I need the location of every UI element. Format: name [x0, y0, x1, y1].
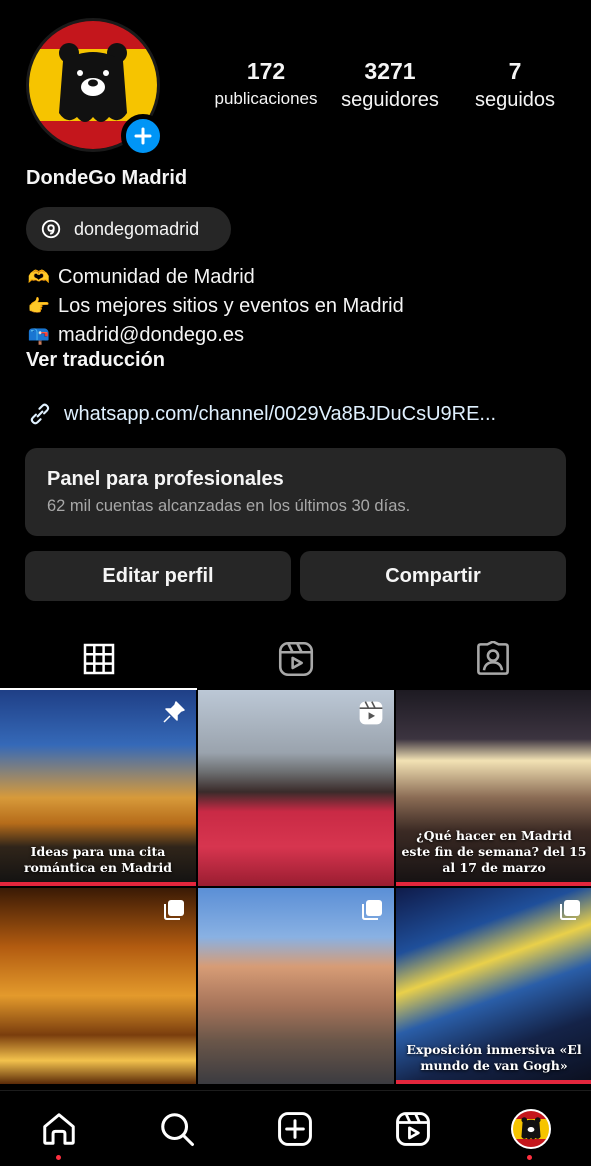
- profile-name: DondeGo Madrid: [26, 167, 188, 189]
- threads-handle: dondegomadrid: [74, 218, 200, 239]
- share-profile-button[interactable]: Compartir: [300, 551, 566, 601]
- search-icon: [161, 1113, 194, 1146]
- post-thumbnail[interactable]: Exposición inmersiva «El mundo de van Go…: [396, 888, 591, 1084]
- threads-icon: [41, 219, 61, 239]
- profile-link-text: whatsapp.com/channel/0029Va8BJDuCsU9RE..…: [64, 402, 497, 425]
- edit-profile-button[interactable]: Editar perfil: [25, 551, 291, 601]
- tab-reels[interactable]: [197, 630, 394, 688]
- posts-grid: Ideas para una cita romántica en Madrid …: [0, 690, 591, 1087]
- carousel-icon: [164, 900, 184, 920]
- add-story-button[interactable]: [121, 114, 165, 158]
- post-caption: ¿Qué hacer en Madrid este fin de semana?…: [401, 828, 587, 875]
- nav-home[interactable]: [37, 1107, 81, 1151]
- tab-posts-grid[interactable]: [0, 630, 197, 690]
- post-thumbnail[interactable]: [198, 690, 394, 886]
- profile-stats: 172 publicaciones 3271 seguidores 7 segu…: [200, 58, 570, 118]
- followers-count-value: 3271: [364, 58, 416, 84]
- heart-hands-icon: 🫶: [27, 267, 51, 287]
- post-accent-bar: [396, 1080, 591, 1084]
- carousel-icon: [362, 900, 382, 920]
- bio-line: 🫶 Comunidad de Madrid: [26, 263, 404, 292]
- plus-icon: [134, 127, 152, 145]
- tab-tagged[interactable]: [394, 630, 591, 688]
- post-thumbnail[interactable]: ¿Qué hacer en Madrid este fin de semana?…: [396, 690, 591, 886]
- see-translation-link[interactable]: Ver traducción: [26, 349, 165, 372]
- profile-avatar: [511, 1109, 551, 1149]
- following-count-label: seguidos: [474, 89, 556, 111]
- home-icon: [43, 1113, 75, 1145]
- bear-logo-icon: [521, 1117, 541, 1140]
- profile-tabs: [0, 630, 591, 690]
- profile-link[interactable]: whatsapp.com/channel/0029Va8BJDuCsU9RE..…: [26, 400, 496, 428]
- post-caption: Exposición inmersiva «El mundo de van Go…: [406, 1042, 582, 1073]
- profile-notification-dot: [527, 1155, 532, 1160]
- professional-dashboard-subtitle: 62 mil cuentas alcanzadas en los últimos…: [47, 497, 411, 515]
- tagged-icon: [476, 641, 509, 675]
- post-caption: Ideas para una cita romántica en Madrid: [23, 844, 173, 875]
- bio-text: Comunidad de Madrid: [58, 266, 255, 288]
- link-icon: [30, 403, 50, 425]
- mailbox-icon: 📪: [27, 325, 51, 345]
- carousel-icon: [560, 900, 580, 920]
- threads-badge[interactable]: dondegomadrid: [26, 207, 231, 251]
- professional-dashboard[interactable]: Panel para profesionales 62 mil cuentas …: [25, 448, 566, 536]
- home-notification-dot: [56, 1155, 61, 1160]
- post-accent-bar: [0, 882, 196, 886]
- nav-search[interactable]: [155, 1107, 199, 1151]
- pointing-hand-icon: 👉: [27, 296, 51, 316]
- followers-count[interactable]: 3271 seguidores: [330, 58, 450, 112]
- post-thumbnail[interactable]: Ideas para una cita romántica en Madrid: [0, 690, 196, 886]
- create-icon: [278, 1112, 312, 1146]
- nav-profile[interactable]: [509, 1107, 553, 1151]
- reel-icon: [359, 701, 383, 725]
- posts-count-label: publicaciones: [214, 89, 318, 108]
- reels-icon: [396, 1112, 430, 1146]
- post-thumbnail[interactable]: [198, 888, 394, 1084]
- posts-count-value: 172: [246, 58, 286, 84]
- post-accent-bar: [396, 882, 591, 886]
- pin-icon: [163, 701, 185, 723]
- professional-dashboard-title: Panel para profesionales: [47, 468, 284, 490]
- posts-count[interactable]: 172 publicaciones: [206, 58, 326, 109]
- bio-text: Los mejores sitios y eventos en Madrid: [58, 295, 404, 317]
- followers-count-label: seguidores: [341, 89, 439, 111]
- following-count-value: 7: [508, 58, 522, 84]
- bio-line: 👉 Los mejores sitios y eventos en Madrid: [26, 292, 404, 321]
- following-count[interactable]: 7 seguidos: [462, 58, 568, 112]
- nav-reels[interactable]: [391, 1107, 435, 1151]
- bottom-navigation: [0, 1090, 591, 1166]
- nav-create[interactable]: [273, 1107, 317, 1151]
- bio-email[interactable]: madrid@dondego.es: [58, 321, 244, 350]
- profile-bio: 🫶 Comunidad de Madrid 👉 Los mejores siti…: [26, 263, 404, 350]
- post-thumbnail[interactable]: [0, 888, 196, 1084]
- reels-icon: [278, 641, 313, 677]
- bio-line: 📪 madrid@dondego.es: [26, 321, 404, 350]
- grid-icon: [83, 643, 114, 675]
